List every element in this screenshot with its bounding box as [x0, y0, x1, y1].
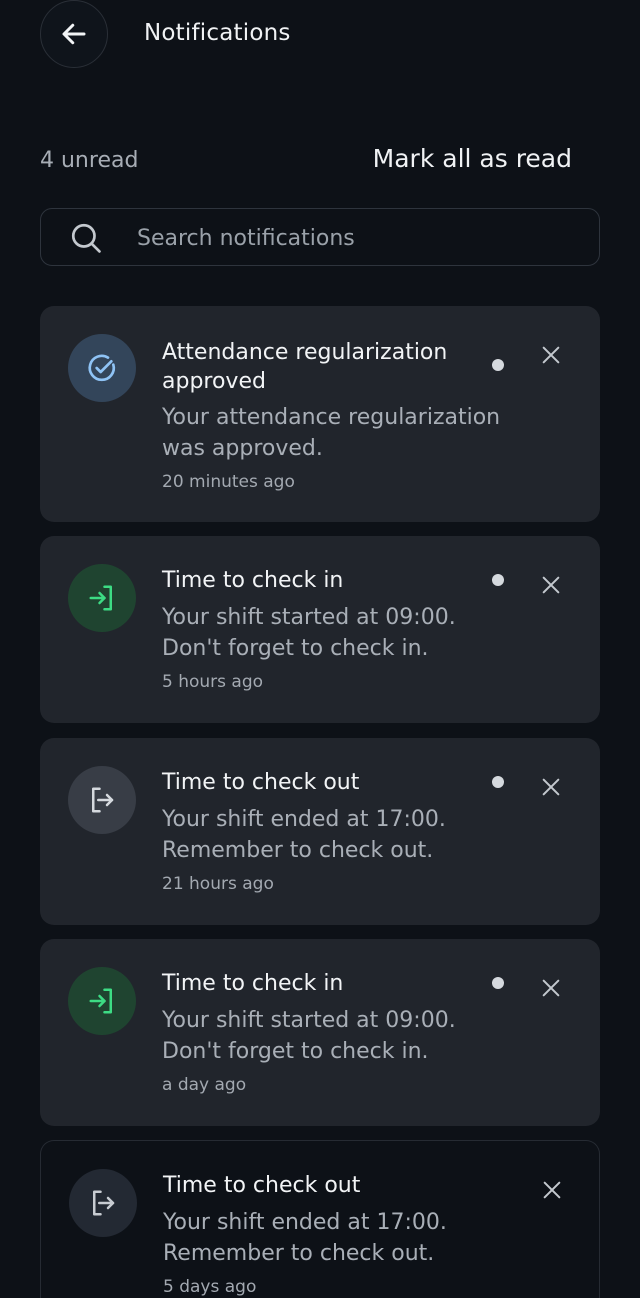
summary-row: 4 unread Mark all as read [40, 144, 600, 178]
notification-icon-badge [68, 967, 136, 1035]
notification-title: Time to check in [162, 971, 344, 996]
close-icon [543, 1181, 561, 1199]
notification-message: Your shift started at 09:00. Don't forge… [162, 605, 456, 661]
search-input[interactable] [135, 209, 579, 267]
notification-card[interactable]: Time to check out Your shift ended at 17… [40, 738, 600, 925]
arrow-left-icon [62, 23, 86, 45]
check-in-icon [89, 585, 112, 611]
notification-message: Your shift started at 09:00. Don't forge… [162, 1008, 456, 1064]
notification-icon-badge [68, 766, 136, 834]
notification-message: Your attendance regularization was appro… [162, 405, 501, 461]
notification-time: 20 minutes ago [162, 472, 295, 492]
back-button[interactable] [40, 0, 108, 68]
notification-card[interactable]: Time to check in Your shift started at 0… [40, 536, 600, 723]
search-box[interactable] [40, 208, 600, 267]
check-out-icon [92, 787, 114, 813]
mark-all-read-button[interactable]: Mark all as read [373, 144, 572, 173]
dismiss-button[interactable] [534, 971, 568, 1005]
unread-count: 4 unread [40, 148, 139, 173]
notification-title: Time to check out [162, 770, 360, 795]
close-icon [542, 576, 560, 594]
dismiss-button[interactable] [534, 568, 568, 602]
dismiss-button[interactable] [535, 1173, 569, 1207]
unread-dot [492, 977, 504, 989]
notification-title: Attendance regularization approved [162, 340, 448, 394]
check-in-icon [89, 988, 112, 1014]
notification-icon-badge [69, 1169, 137, 1237]
unread-dot [492, 574, 504, 586]
notification-message: Your shift ended at 17:00. Remember to c… [162, 807, 446, 863]
dismiss-button[interactable] [534, 770, 568, 804]
notifications-screen: Notifications 4 unread Mark all as read … [0, 0, 640, 1298]
notification-time: 5 hours ago [162, 672, 264, 692]
notification-card[interactable]: Time to check out Your shift ended at 17… [40, 1140, 600, 1298]
notification-title: Time to check out [163, 1173, 361, 1198]
notification-message: Your shift ended at 17:00. Remember to c… [163, 1210, 447, 1266]
search-icon [71, 223, 101, 253]
check-out-icon [93, 1190, 115, 1216]
notification-card[interactable]: Attendance regularization approved Your … [40, 306, 600, 522]
dismiss-button[interactable] [534, 338, 568, 372]
close-icon [542, 778, 560, 796]
notification-time: 21 hours ago [162, 874, 274, 894]
check-circle-icon [88, 354, 116, 382]
notification-title: Time to check in [162, 568, 344, 593]
notification-time: a day ago [162, 1075, 247, 1095]
close-icon [542, 346, 560, 364]
notification-card[interactable]: Time to check in Your shift started at 0… [40, 939, 600, 1126]
notification-icon-badge [68, 334, 136, 402]
close-icon [542, 979, 560, 997]
unread-dot [492, 776, 504, 788]
notification-time: 5 days ago [163, 1277, 257, 1297]
page-title: Notifications [144, 20, 291, 46]
notification-icon-badge [68, 564, 136, 632]
unread-dot [492, 359, 504, 371]
header: Notifications [0, 0, 640, 72]
